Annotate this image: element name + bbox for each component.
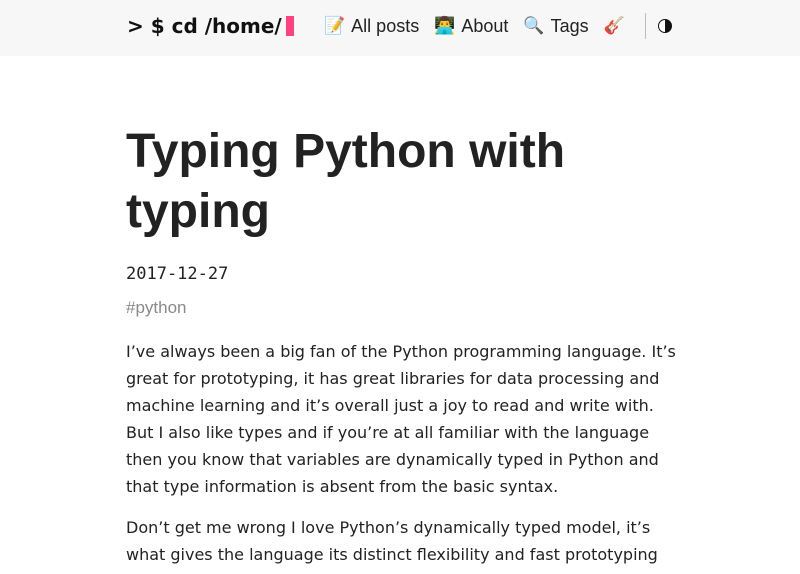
cursor-block-icon <box>285 16 294 36</box>
post-title: Typing Python with typing <box>126 125 566 238</box>
nav-all-posts-label: All posts <box>351 15 420 36</box>
nav-divider <box>644 13 646 39</box>
nav-about-label: About <box>461 15 509 36</box>
nav-about[interactable]: 👨‍💻 About <box>434 16 508 37</box>
post-paragraph: I’ve always been a big fan of the Python… <box>126 342 676 496</box>
post-tag-link[interactable]: #python <box>126 296 678 320</box>
guitar-icon: 🎸 <box>603 16 625 36</box>
nav-all-posts[interactable]: 📝 All posts <box>324 16 419 37</box>
site-header: > $ cd /home/ 📝 All posts 👨‍💻 About 🔍 Ta… <box>0 0 800 56</box>
memo-icon: 📝 <box>324 16 346 36</box>
nav-music[interactable]: 🎸 <box>604 16 631 36</box>
technologist-icon: 👨‍💻 <box>434 16 456 36</box>
logo-text: > $ cd /home/ <box>127 14 282 38</box>
post-paragraph: Don’t get me wrong I love Python’s dynam… <box>126 518 658 564</box>
site-logo-link[interactable]: > $ cd /home/ <box>127 11 294 41</box>
post-date: 2017-12-27 <box>126 264 229 284</box>
nav-tags-label: Tags <box>550 15 589 36</box>
nav-tags[interactable]: 🔍 Tags <box>523 16 588 37</box>
main-nav: 📝 All posts 👨‍💻 About 🔍 Tags 🎸 <box>324 12 672 40</box>
half-circle-icon[interactable] <box>657 19 672 33</box>
magnifier-icon: 🔍 <box>523 16 545 36</box>
post-article: Typing Python with typing 2017-12-27 #py… <box>126 122 678 568</box>
